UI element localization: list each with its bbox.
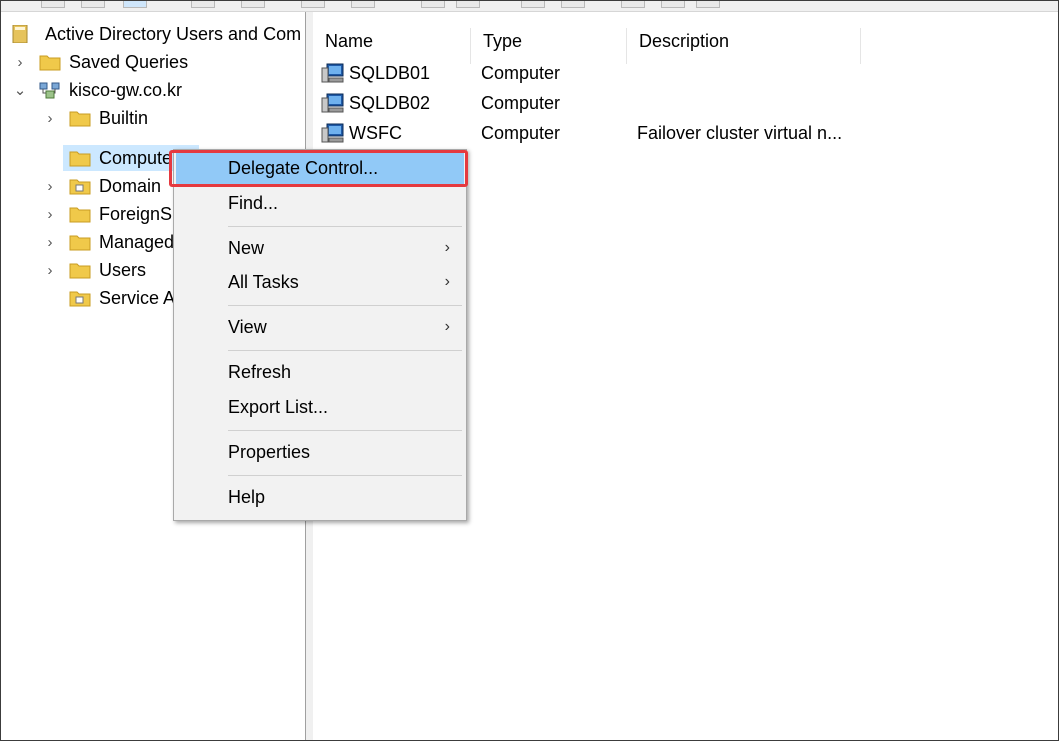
tree-item-domain-controllers[interactable]: Domain bbox=[69, 173, 161, 199]
menu-separator bbox=[228, 430, 462, 431]
tree-root-label: Active Directory Users and Com bbox=[45, 24, 302, 44]
folder-icon bbox=[69, 207, 91, 223]
menu-item-new[interactable]: New › bbox=[174, 231, 466, 265]
tree-item-managed-service[interactable]: Managed bbox=[69, 229, 174, 255]
expand-chevron-icon[interactable]: › bbox=[41, 173, 59, 199]
expand-chevron-icon[interactable]: › bbox=[41, 257, 59, 283]
toolbar-button[interactable] bbox=[561, 1, 585, 8]
toolbar-button[interactable] bbox=[456, 1, 480, 8]
row-description: Failover cluster virtual n... bbox=[637, 123, 843, 143]
row-type: Computer bbox=[481, 123, 561, 143]
toolbar bbox=[1, 1, 1058, 12]
row-type: Computer bbox=[481, 63, 561, 83]
toolbar-button[interactable] bbox=[241, 1, 265, 8]
tree-item-domain-root[interactable]: kisco-gw.co.kr bbox=[39, 77, 182, 103]
menu-item-view[interactable]: View › bbox=[174, 310, 466, 344]
computer-icon bbox=[321, 123, 344, 143]
toolbar-button[interactable] bbox=[351, 1, 375, 8]
menu-item-properties[interactable]: Properties bbox=[174, 435, 466, 469]
folder-icon bbox=[39, 55, 61, 71]
menu-separator bbox=[228, 226, 462, 227]
menu-item-help[interactable]: Help bbox=[174, 480, 466, 514]
submenu-arrow-icon: › bbox=[444, 273, 450, 290]
active-directory-icon bbox=[12, 25, 28, 43]
context-menu: Delegate Control... Find... New › All Ta… bbox=[173, 149, 467, 521]
submenu-arrow-icon: › bbox=[444, 239, 450, 256]
expand-chevron-icon[interactable]: › bbox=[41, 229, 59, 255]
ou-folder-icon bbox=[69, 291, 91, 307]
toolbar-button[interactable] bbox=[696, 1, 720, 8]
app-window: Active Directory Users and Com › Saved Q… bbox=[0, 0, 1059, 741]
menu-item-all-tasks[interactable]: All Tasks › bbox=[174, 265, 466, 299]
toolbar-button[interactable] bbox=[421, 1, 445, 8]
collapse-chevron-icon[interactable]: ⌄ bbox=[11, 77, 29, 103]
row-name: WSFC bbox=[349, 123, 402, 143]
tree-item-builtin[interactable]: Builtin bbox=[69, 105, 148, 131]
tree-item-foreign-security[interactable]: ForeignS bbox=[69, 201, 172, 227]
toolbar-button[interactable] bbox=[123, 1, 147, 8]
folder-icon bbox=[69, 151, 91, 167]
computer-icon bbox=[321, 63, 344, 83]
menu-separator bbox=[228, 475, 462, 476]
toolbar-button[interactable] bbox=[621, 1, 645, 8]
tree-root[interactable]: Active Directory Users and Com bbox=[11, 21, 301, 47]
menu-item-find[interactable]: Find... bbox=[174, 186, 466, 220]
menu-separator bbox=[228, 305, 462, 306]
tree-item-users[interactable]: Users bbox=[69, 257, 146, 283]
domain-icon bbox=[39, 82, 60, 99]
toolbar-button[interactable] bbox=[301, 1, 325, 8]
folder-icon bbox=[69, 263, 91, 279]
menu-item-export-list[interactable]: Export List... bbox=[174, 390, 466, 424]
toolbar-button[interactable] bbox=[41, 1, 65, 8]
row-name: SQLDB02 bbox=[349, 93, 431, 113]
toolbar-button[interactable] bbox=[521, 1, 545, 8]
submenu-arrow-icon: › bbox=[444, 318, 450, 335]
computer-icon bbox=[321, 93, 344, 113]
annotation-highlight-box bbox=[169, 150, 468, 187]
expand-chevron-icon[interactable]: › bbox=[11, 49, 29, 75]
folder-icon bbox=[69, 111, 91, 127]
row-name: SQLDB01 bbox=[349, 63, 431, 83]
tree-item-service-accounts[interactable]: Service A bbox=[69, 285, 175, 311]
tree-item-saved-queries[interactable]: Saved Queries bbox=[39, 49, 188, 75]
row-type: Computer bbox=[481, 93, 561, 113]
folder-icon bbox=[69, 235, 91, 251]
toolbar-button[interactable] bbox=[661, 1, 685, 8]
expand-chevron-icon[interactable]: › bbox=[41, 105, 59, 131]
column-header-description[interactable]: Description bbox=[627, 28, 861, 64]
menu-separator bbox=[228, 350, 462, 351]
toolbar-button[interactable] bbox=[81, 1, 105, 8]
ou-folder-icon bbox=[69, 179, 91, 195]
toolbar-button[interactable] bbox=[191, 1, 215, 8]
menu-item-refresh[interactable]: Refresh bbox=[174, 355, 466, 389]
expand-chevron-icon[interactable]: › bbox=[41, 201, 59, 227]
